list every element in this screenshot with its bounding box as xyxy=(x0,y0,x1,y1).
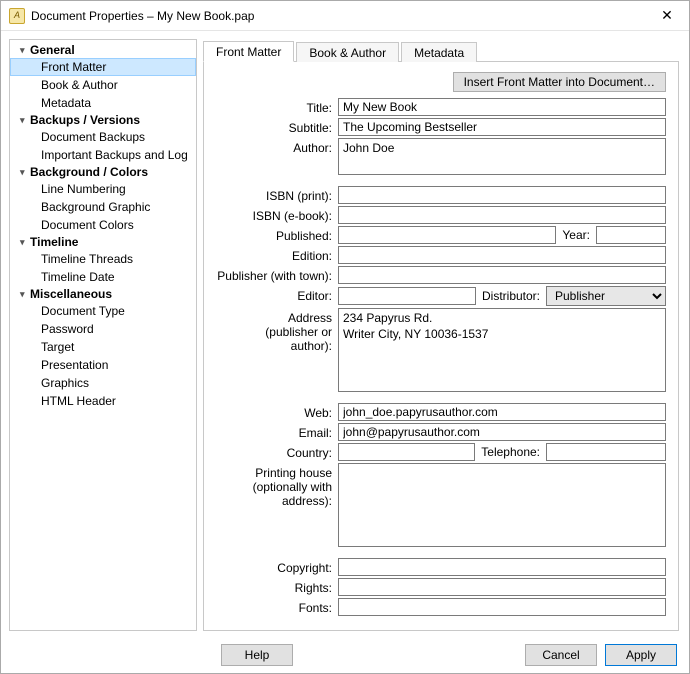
printing-house-label: Printing house (optionally with address)… xyxy=(216,463,332,508)
copyright-input[interactable] xyxy=(338,558,666,576)
tree-group-background[interactable]: ▾Background / Colors xyxy=(10,164,196,180)
window-title: Document Properties – My New Book.pap xyxy=(31,9,645,23)
telephone-input[interactable] xyxy=(546,443,666,461)
distributor-label: Distributor: xyxy=(482,289,540,303)
help-button[interactable]: Help xyxy=(221,644,293,666)
chevron-down-icon: ▾ xyxy=(20,237,30,248)
tree-item-timeline-threads[interactable]: Timeline Threads xyxy=(10,250,196,268)
fonts-label: Fonts: xyxy=(216,598,332,615)
published-input[interactable] xyxy=(338,226,556,244)
distributor-select[interactable]: Publisher xyxy=(546,286,666,306)
tree-item-document-backups[interactable]: Document Backups xyxy=(10,128,196,146)
title-label: Title: xyxy=(216,98,332,115)
author-label: Author: xyxy=(216,138,332,155)
year-label: Year: xyxy=(562,228,590,242)
telephone-label: Telephone: xyxy=(481,445,540,459)
address-input[interactable]: 234 Papyrus Rd. Writer City, NY 10036-15… xyxy=(338,308,666,392)
copyright-label: Copyright: xyxy=(216,558,332,575)
apply-button[interactable]: Apply xyxy=(605,644,677,666)
tree-item-document-colors[interactable]: Document Colors xyxy=(10,216,196,234)
country-input[interactable] xyxy=(338,443,475,461)
editor-label: Editor: xyxy=(216,286,332,303)
main-panel: Front Matter Book & Author Metadata Inse… xyxy=(203,39,679,631)
isbn-ebook-label: ISBN (e-book): xyxy=(216,206,332,223)
chevron-down-icon: ▾ xyxy=(20,167,30,178)
tab-bar: Front Matter Book & Author Metadata xyxy=(203,39,679,61)
rights-input[interactable] xyxy=(338,578,666,596)
edition-label: Edition: xyxy=(216,246,332,263)
country-label: Country: xyxy=(216,443,332,460)
titlebar: A Document Properties – My New Book.pap … xyxy=(1,1,689,31)
publisher-town-label: Publisher (with town): xyxy=(216,266,332,283)
tree-item-book-author[interactable]: Book & Author xyxy=(10,76,196,94)
isbn-print-input[interactable] xyxy=(338,186,666,204)
front-matter-form: Title: Subtitle: Author: John Doe ISBN (… xyxy=(216,98,666,616)
web-label: Web: xyxy=(216,403,332,420)
tree-item-target[interactable]: Target xyxy=(10,338,196,356)
app-icon: A xyxy=(9,8,25,24)
close-icon[interactable]: ✕ xyxy=(645,1,689,30)
tab-book-author[interactable]: Book & Author xyxy=(296,42,399,62)
category-tree[interactable]: ▾General Front Matter Book & Author Meta… xyxy=(9,39,197,631)
tree-item-presentation[interactable]: Presentation xyxy=(10,356,196,374)
published-label: Published: xyxy=(216,226,332,243)
title-input[interactable] xyxy=(338,98,666,116)
chevron-down-icon: ▾ xyxy=(20,289,30,300)
tree-item-timeline-date[interactable]: Timeline Date xyxy=(10,268,196,286)
email-label: Email: xyxy=(216,423,332,440)
tree-item-background-graphic[interactable]: Background Graphic xyxy=(10,198,196,216)
subtitle-label: Subtitle: xyxy=(216,118,332,135)
tree-item-document-type[interactable]: Document Type xyxy=(10,302,196,320)
address-label: Address (publisher or author): xyxy=(216,308,332,353)
web-input[interactable] xyxy=(338,403,666,421)
tree-item-metadata[interactable]: Metadata xyxy=(10,94,196,112)
insert-front-matter-button[interactable]: Insert Front Matter into Document… xyxy=(453,72,666,92)
tree-group-backups[interactable]: ▾Backups / Versions xyxy=(10,112,196,128)
tree-item-html-header[interactable]: HTML Header xyxy=(10,392,196,410)
tab-front-matter[interactable]: Front Matter xyxy=(203,41,294,62)
printing-house-input[interactable] xyxy=(338,463,666,547)
author-input[interactable]: John Doe xyxy=(338,138,666,175)
publisher-town-input[interactable] xyxy=(338,266,666,284)
tree-group-general[interactable]: ▾General xyxy=(10,42,196,58)
tree-item-graphics[interactable]: Graphics xyxy=(10,374,196,392)
rights-label: Rights: xyxy=(216,578,332,595)
editor-input[interactable] xyxy=(338,287,476,305)
chevron-down-icon: ▾ xyxy=(20,45,30,56)
tree-item-password[interactable]: Password xyxy=(10,320,196,338)
subtitle-input[interactable] xyxy=(338,118,666,136)
tab-content: Insert Front Matter into Document… Title… xyxy=(203,61,679,631)
dialog-window: A Document Properties – My New Book.pap … xyxy=(0,0,690,674)
email-input[interactable] xyxy=(338,423,666,441)
tree-group-misc[interactable]: ▾Miscellaneous xyxy=(10,286,196,302)
isbn-print-label: ISBN (print): xyxy=(216,186,332,203)
tree-item-line-numbering[interactable]: Line Numbering xyxy=(10,180,196,198)
tab-metadata[interactable]: Metadata xyxy=(401,42,477,62)
edition-input[interactable] xyxy=(338,246,666,264)
tree-item-important-backups[interactable]: Important Backups and Log xyxy=(10,146,196,164)
isbn-ebook-input[interactable] xyxy=(338,206,666,224)
tree-group-timeline[interactable]: ▾Timeline xyxy=(10,234,196,250)
tree-item-front-matter[interactable]: Front Matter xyxy=(10,58,196,76)
year-input[interactable] xyxy=(596,226,666,244)
fonts-input[interactable] xyxy=(338,598,666,616)
cancel-button[interactable]: Cancel xyxy=(525,644,597,666)
chevron-down-icon: ▾ xyxy=(20,115,30,126)
dialog-footer: Help Cancel Apply xyxy=(1,637,689,673)
